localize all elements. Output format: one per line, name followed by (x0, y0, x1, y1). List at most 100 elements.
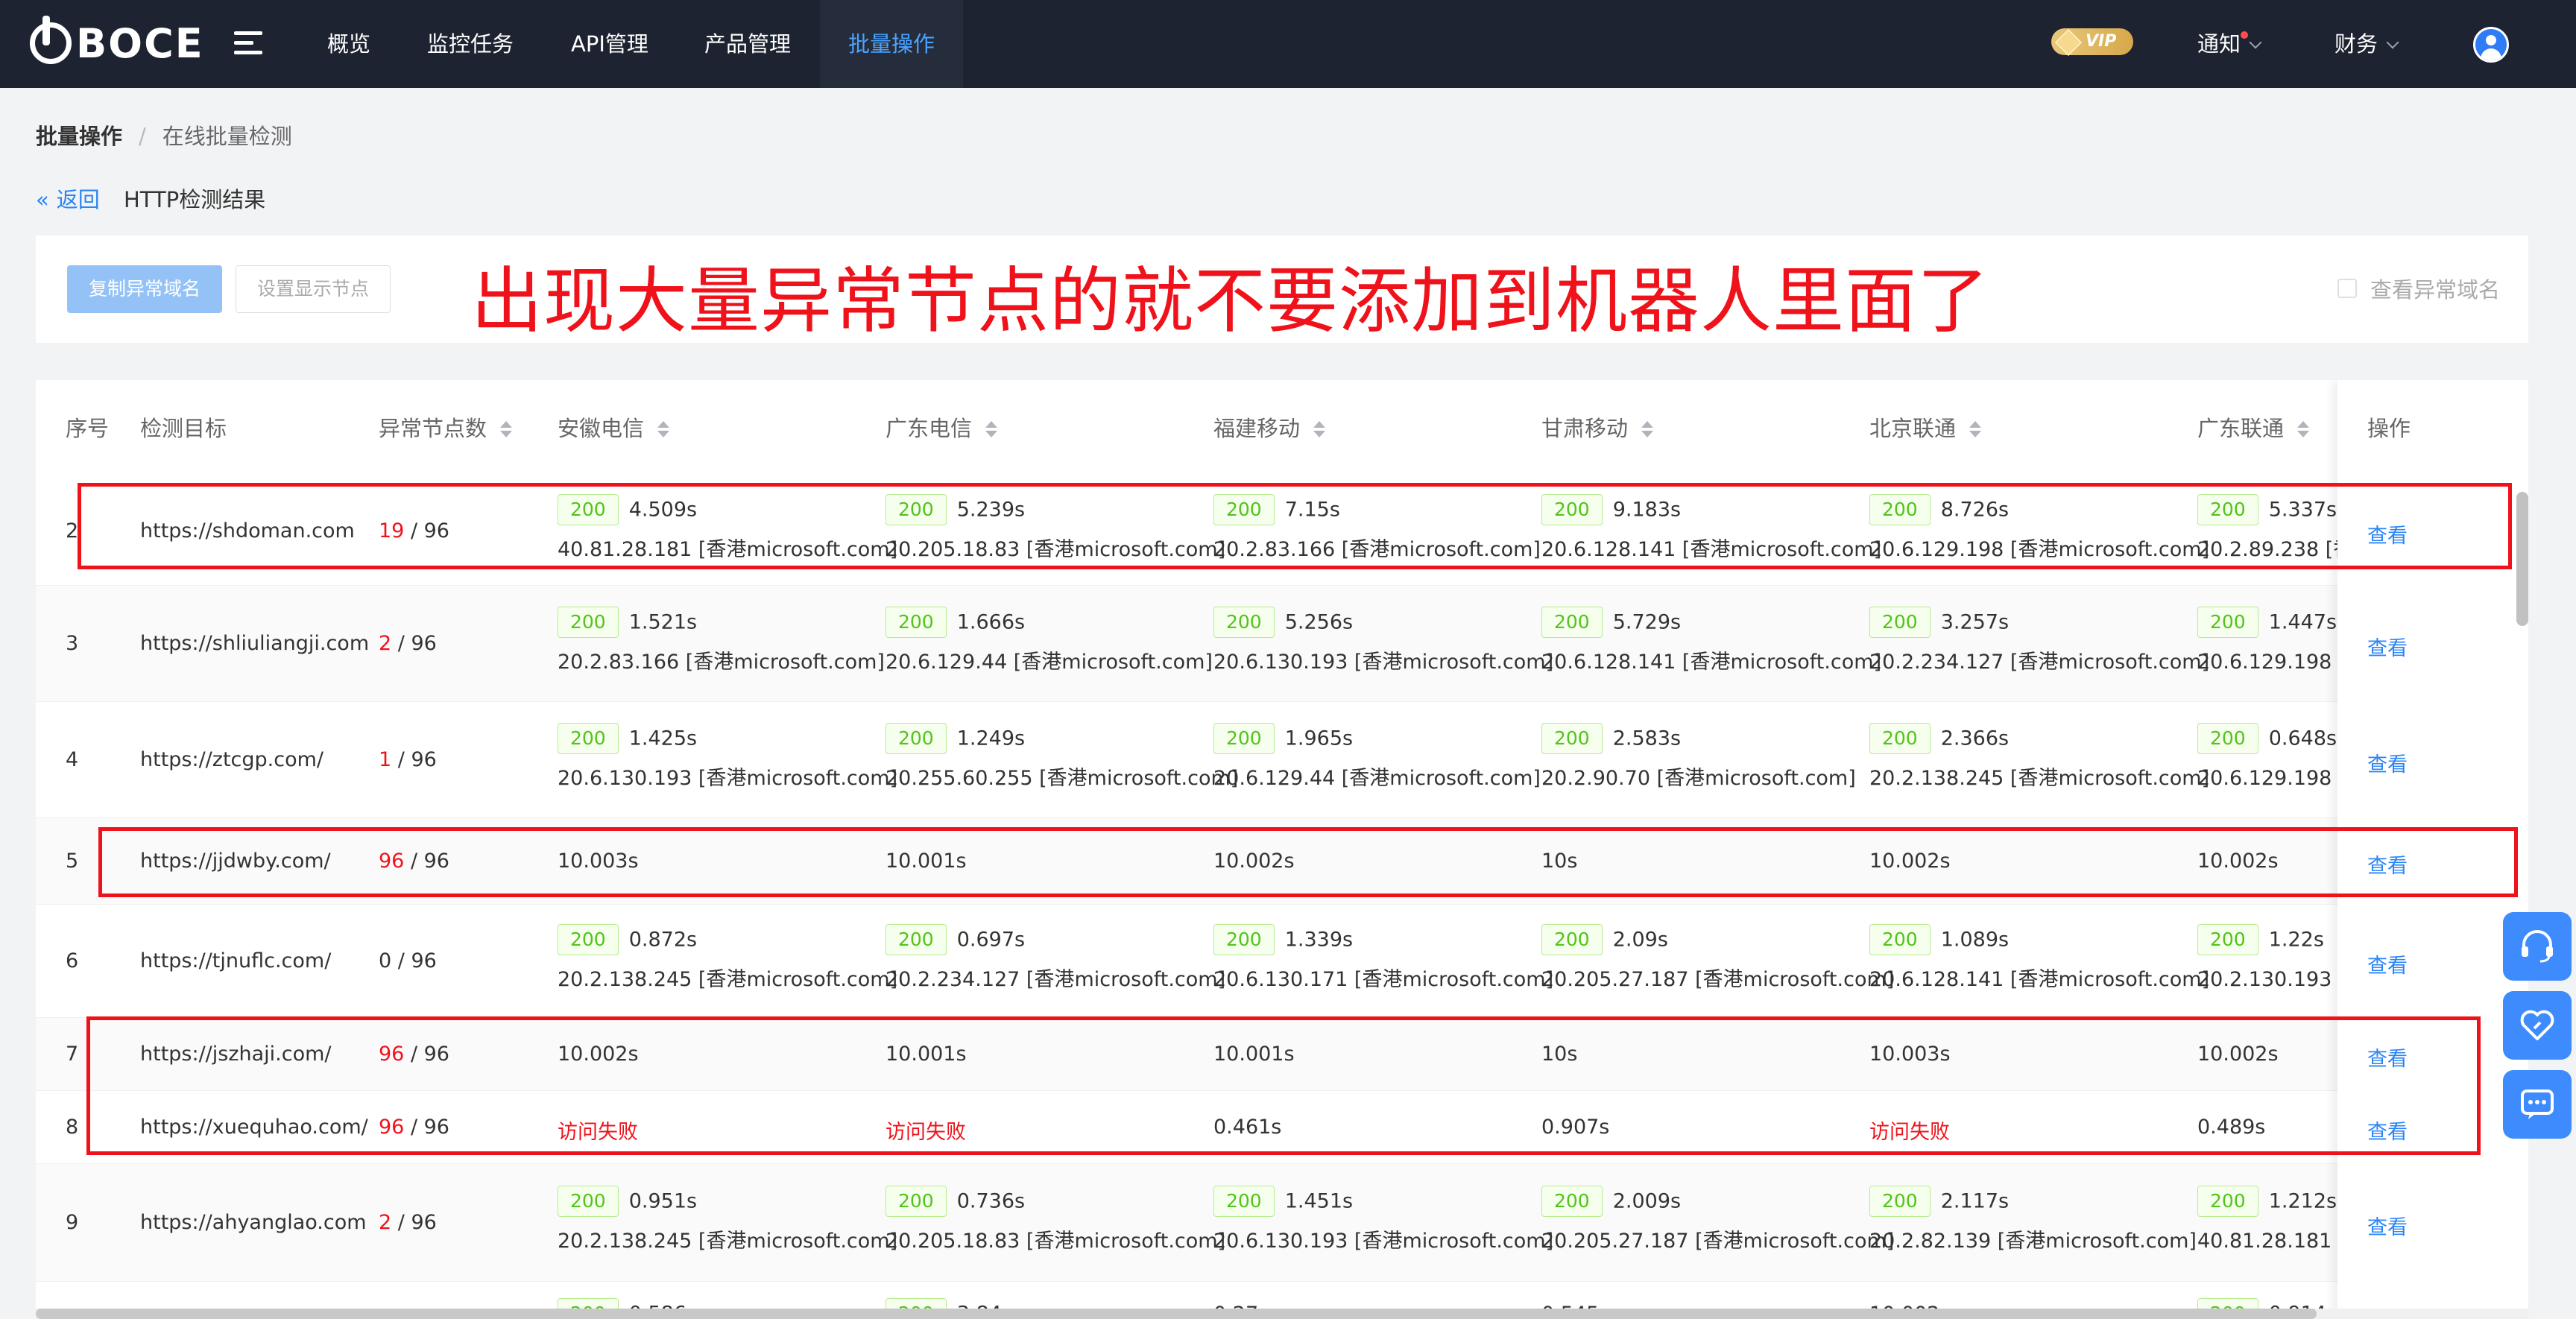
node-result: 200 1.339s 20.6.130.171 [香港microsoft.com] (1213, 924, 1553, 992)
vip-badge[interactable]: VIP (2051, 28, 2133, 55)
copy-abnormal-domains-button[interactable]: 复制异常域名 (67, 265, 222, 313)
response-time: 1.666s (956, 610, 1026, 634)
view-link[interactable]: 查看 (2367, 949, 2408, 978)
sort-icon[interactable] (1969, 421, 1982, 437)
node-result: 200 1.451s 20.6.130.193 [香港microsoft.com] (1213, 1186, 1553, 1253)
node-result: 200 2.366s 20.2.138.245 [香港microsoft.com] (1869, 723, 2209, 791)
view-link[interactable]: 查看 (2367, 1211, 2408, 1240)
count-separator: / (391, 632, 411, 655)
user-avatar[interactable] (2473, 27, 2509, 63)
nav-item-overview[interactable]: 概览 (313, 0, 385, 88)
status-code-badge: 200 (1541, 924, 1603, 955)
resolved-ip: 20.2.234.127 [香港microsoft.com] (1869, 651, 2210, 674)
response-time: 0.697s (956, 928, 1026, 952)
status-code-badge: 200 (1869, 1186, 1931, 1217)
status-code-badge: 200 (886, 723, 947, 754)
sort-icon[interactable] (2297, 421, 2310, 437)
vertical-scrollbar[interactable] (2516, 492, 2528, 626)
status-code-badge: 200 (1213, 924, 1275, 955)
resolved-ip: 20.205.18.83 [香港microsoft.com] (886, 1230, 1226, 1253)
notify-menu[interactable]: 通知 (2197, 0, 2262, 88)
col-node-4[interactable]: 甘肃移动 (1541, 380, 1654, 477)
sort-icon[interactable] (1641, 421, 1654, 437)
abnormal-nodes: 2 (379, 632, 392, 655)
highlight-box (86, 1016, 2481, 1155)
nav-item-api[interactable]: API管理 (558, 0, 662, 88)
response-time: 1.425s (628, 727, 698, 750)
col-node-5[interactable]: 北京联通 (1869, 380, 1982, 477)
resolved-ip: 20.255.60.255 [香港microsoft.com] (886, 767, 1239, 790)
highlight-box (98, 827, 2518, 897)
customer-service-button[interactable] (2503, 912, 2572, 981)
nav-item-batch[interactable]: 批量操作 (820, 0, 963, 88)
row-abnormal-count: 2 / 96 (379, 1211, 437, 1234)
show-abnormal-label: 查看异常域名 (2370, 277, 2501, 303)
col-node-1[interactable]: 安徽电信 (558, 380, 670, 477)
resolved-ip: 20.6.129.44 [香港microsoft.com] (1213, 767, 1541, 790)
table-row: 9 https://ahyanglao.com 2 / 96 200 0.951s 20.… (36, 1164, 2528, 1282)
col-target: 检测目标 (140, 416, 227, 441)
resolved-ip: 20.6.130.171 [香港microsoft.com] (1213, 968, 1554, 991)
response-time: 3.257s (1940, 610, 2010, 634)
node-result: 200 5.729s 20.6.128.141 [香港microsoft.com] (1541, 607, 1881, 674)
col-node-3[interactable]: 福建移动 (1213, 380, 1326, 477)
favorite-button[interactable] (2503, 991, 2572, 1060)
view-link[interactable]: 查看 (2367, 632, 2408, 661)
col-node-2[interactable]: 广东电信 (886, 380, 998, 477)
status-code-badge: 200 (558, 723, 619, 754)
response-time: 0.736s (956, 1189, 1026, 1213)
row-target-url: https://shliuliangji.com (140, 632, 370, 655)
col-node-6[interactable]: 广东联通 (2197, 380, 2310, 477)
boce-logo[interactable]: BOCE (30, 16, 204, 70)
node-result: 200 1.089s 20.6.128.141 [香港microsoft.com] (1869, 924, 2209, 992)
horizontal-scrollbar-thumb[interactable] (36, 1309, 2317, 1319)
set-display-nodes-button[interactable]: 设置显示节点 (236, 265, 391, 313)
resolved-ip: 20.6.130.193 [香港microsoft.com] (558, 767, 898, 790)
notify-label: 通知 (2197, 31, 2241, 57)
nav-item-monitor-tasks[interactable]: 监控任务 (414, 0, 526, 88)
heart-icon (2520, 1010, 2554, 1040)
page-title: HTTP检测结果 (124, 187, 266, 212)
status-code-badge: 200 (1869, 924, 1931, 955)
response-time: 1.249s (956, 727, 1026, 750)
horizontal-scrollbar[interactable] (36, 1309, 2528, 1319)
back-label: 返回 (56, 187, 100, 212)
count-separator: / (391, 1211, 411, 1234)
abnormal-nodes: 0 (379, 949, 392, 972)
view-link[interactable]: 查看 (2367, 748, 2408, 777)
total-nodes: 96 (411, 1211, 437, 1234)
sort-icon[interactable] (500, 421, 513, 437)
row-index: 7 (66, 1043, 79, 1066)
resolved-ip: 20.2.82.139 [香港microsoft.com] (1869, 1230, 2197, 1253)
response-time: 2.583s (1612, 727, 1682, 750)
nav-item-products[interactable]: 产品管理 (692, 0, 804, 88)
back-link[interactable]: « 返回 (36, 183, 100, 214)
sort-icon[interactable] (657, 421, 670, 437)
show-abnormal-checkbox[interactable]: 查看异常域名 (2337, 273, 2500, 304)
resolved-ip: 20.6.128.141 [香港microsoft.com] (1869, 968, 2210, 991)
logo-text: BOCE (76, 19, 204, 67)
breadcrumb-root[interactable]: 批量操作 (36, 124, 122, 149)
node-result: 200 1.425s 20.6.130.193 [香港microsoft.com] (558, 723, 897, 791)
col-index: 序号 (66, 416, 110, 441)
col-abnormal-label: 异常节点数 (379, 416, 487, 441)
status-code-badge: 200 (1213, 1186, 1275, 1217)
table-row: 3 https://shliuliangji.com 2 / 96 200 1.521s… (36, 586, 2528, 702)
finance-menu[interactable]: 财务 (2334, 0, 2399, 88)
col-node-4-label: 甘肃移动 (1541, 416, 1629, 441)
node-result: 200 1.249s 20.255.60.255 [香港microsoft.com] (886, 723, 1238, 791)
node-result: 200 0.872s 20.2.138.245 [香港microsoft.com] (558, 924, 897, 992)
response-time: 2.09s (1612, 928, 1668, 952)
chat-button[interactable] (2503, 1070, 2572, 1139)
sort-icon[interactable] (1313, 421, 1326, 437)
status-code-badge: 200 (558, 607, 619, 638)
col-node-1-label: 安徽电信 (558, 416, 645, 441)
resolved-ip: 20.205.27.187 [香港microsoft.com] (1541, 968, 1895, 991)
col-abnormal[interactable]: 异常节点数 (379, 380, 513, 477)
sort-icon[interactable] (985, 421, 998, 437)
row-index: 6 (66, 949, 79, 972)
total-nodes: 96 (411, 632, 437, 655)
breadcrumb: 批量操作 / 在线批量检测 (36, 119, 292, 151)
chevron-down-icon (2386, 36, 2399, 49)
menu-toggle-icon[interactable] (234, 31, 262, 55)
